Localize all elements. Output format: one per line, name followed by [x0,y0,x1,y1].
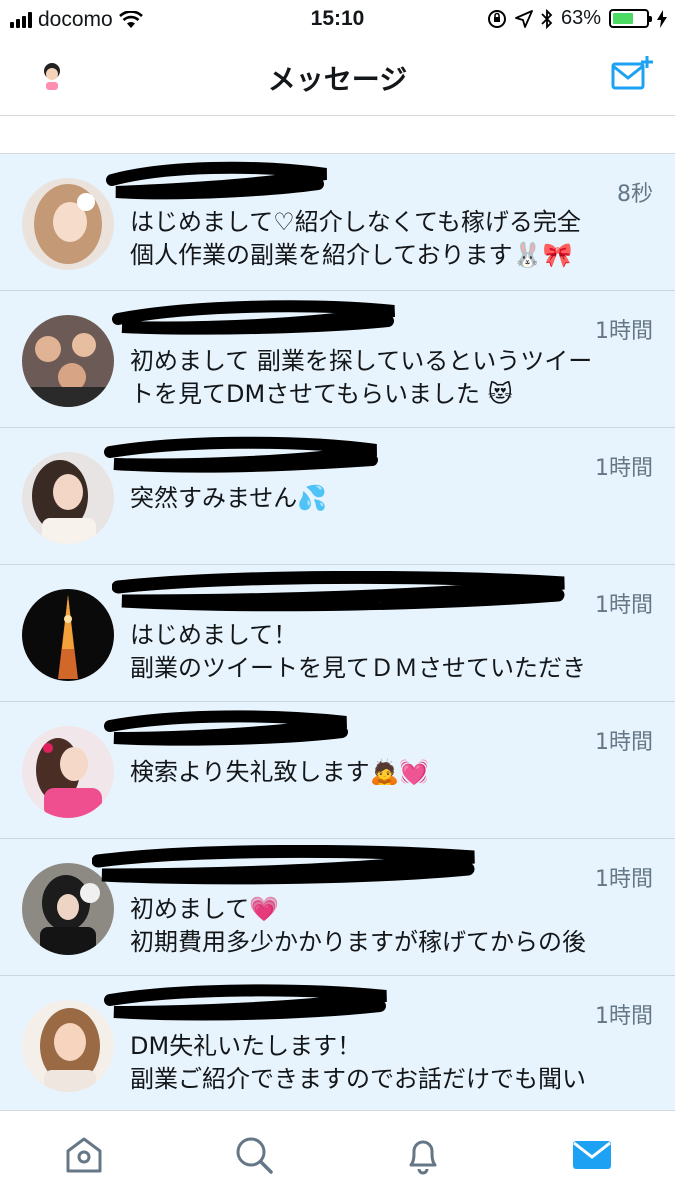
conversation-row[interactable]: 1時間 突然すみません💦 [0,428,675,565]
message-preview: DM失礼いたします！ 副業ご紹介できますのでお話だけでも聞い [130,1032,586,1093]
home-icon[interactable] [62,1133,106,1177]
message-preview: 検索より失礼致します🙇💓 [130,758,430,786]
page-title: メッセージ [267,63,408,96]
message-preview: はじめまして！ 副業のツイートを見てＤＭさせていただき [130,621,586,682]
redacted-name [104,984,387,1021]
avatar[interactable] [22,726,114,818]
message-timestamp: 1時間 [595,593,653,618]
redacted-name [112,571,565,612]
status-bar: docomo 15:10 63% [0,0,675,38]
redacted-name [112,300,396,335]
message-preview: 突然すみません💦 [130,484,328,512]
conversation-row[interactable]: 1時間 初めまして 副業を探しているというツイー トを見てDMさせてもらいました… [0,291,675,428]
message-timestamp: 1時間 [595,867,653,892]
conversation-row[interactable]: 1時間 はじめまして！ 副業のツイートを見てＤＭさせていただき [0,565,675,702]
notifications-icon[interactable] [401,1133,445,1177]
list-header-gap [0,116,675,154]
nav-bar: メッセージ [0,38,675,116]
orientation-lock-icon [487,9,506,28]
battery-icon [609,9,652,28]
avatar[interactable] [22,315,114,407]
conversation-list[interactable]: 8秒 はじめまして♡紹介しなくても稼げる完全 個人作業の副業を紹介しております🐰… [0,154,675,1113]
conversation-row[interactable]: 1時間 DM失礼いたします！ 副業ご紹介できますのでお話だけでも聞い [0,976,675,1113]
compose-message-icon[interactable] [610,54,654,94]
avatar[interactable] [22,1000,114,1092]
battery-percent: 63% [560,7,601,29]
message-timestamp: 8秒 [617,182,653,207]
redacted-name [104,710,348,746]
avatar[interactable] [22,178,114,270]
status-right: 63% [487,7,667,30]
tab-bar [0,1110,675,1200]
messages-icon[interactable] [570,1133,614,1177]
redacted-name [92,845,475,885]
search-icon[interactable] [232,1133,276,1177]
conversation-row[interactable]: 8秒 はじめまして♡紹介しなくても稼げる完全 個人作業の副業を紹介しております🐰… [0,154,675,291]
conversation-row[interactable]: 1時間 検索より失礼致します🙇💓 [0,702,675,839]
message-timestamp: 1時間 [595,456,653,481]
message-timestamp: 1時間 [595,730,653,755]
charging-icon [657,9,667,28]
message-preview: はじめまして♡紹介しなくても稼げる完全 個人作業の副業を紹介しております🐰🎀 [130,208,581,269]
redacted-name [104,436,378,473]
avatar[interactable] [22,452,114,544]
message-preview: 初めまして💗 初期費用多少かかりますが稼げてからの後 [130,895,586,956]
message-timestamp: 1時間 [595,1004,653,1029]
message-timestamp: 1時間 [595,319,653,344]
conversation-row[interactable]: 1時間 初めまして💗 初期費用多少かかりますが稼げてからの後 [0,839,675,976]
battery-fill [613,13,634,24]
avatar[interactable] [22,589,114,681]
redacted-name [106,161,327,200]
message-preview: 初めまして 副業を探しているというツイー トを見てDMさせてもらいました 😻 [130,347,593,408]
bluetooth-icon [541,8,553,29]
location-icon [515,9,533,28]
